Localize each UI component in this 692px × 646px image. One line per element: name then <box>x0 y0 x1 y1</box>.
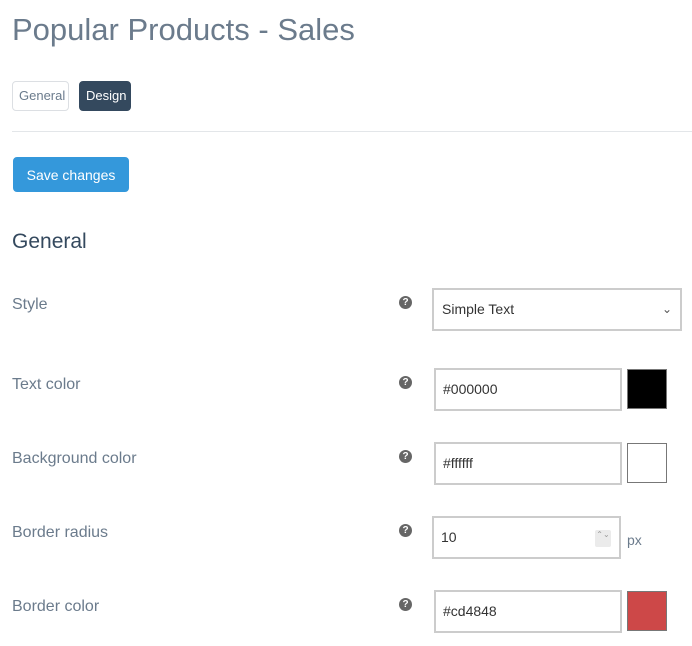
section-title: General <box>12 230 87 253</box>
background-color-swatch[interactable] <box>627 443 667 483</box>
border-radius-input[interactable]: 10 ⌃⌄ <box>432 516 621 559</box>
border-color-input[interactable]: #cd4848 <box>434 590 622 633</box>
style-select-value: Simple Text <box>442 301 515 317</box>
tab-design[interactable]: Design <box>79 81 131 111</box>
help-icon[interactable]: ? <box>399 376 412 389</box>
border-color-swatch[interactable] <box>627 591 667 631</box>
save-changes-button[interactable]: Save changes <box>13 157 129 192</box>
border-radius-label: Border radius <box>12 524 109 541</box>
help-icon[interactable]: ? <box>399 450 412 463</box>
chevron-down-icon: ⌄ <box>661 302 672 316</box>
text-color-swatch[interactable] <box>627 369 667 409</box>
style-label: Style <box>12 296 48 313</box>
unit-label: px <box>627 532 642 548</box>
border-color-label: Border color <box>12 598 100 615</box>
divider <box>12 131 692 132</box>
tab-general[interactable]: General <box>12 81 69 111</box>
page-title: Popular Products - Sales <box>12 12 355 47</box>
help-icon[interactable]: ? <box>399 598 412 611</box>
help-icon[interactable]: ? <box>399 524 412 537</box>
spinner-icon[interactable]: ⌃⌄ <box>595 530 611 547</box>
text-color-label: Text color <box>12 376 81 393</box>
text-color-input[interactable]: #000000 <box>434 368 622 411</box>
style-select[interactable]: Simple Text ⌄ <box>432 288 682 331</box>
border-radius-value: 10 <box>441 529 457 545</box>
help-icon[interactable]: ? <box>399 296 412 309</box>
background-color-input[interactable]: #ffffff <box>434 442 622 485</box>
background-color-label: Background color <box>12 450 137 467</box>
